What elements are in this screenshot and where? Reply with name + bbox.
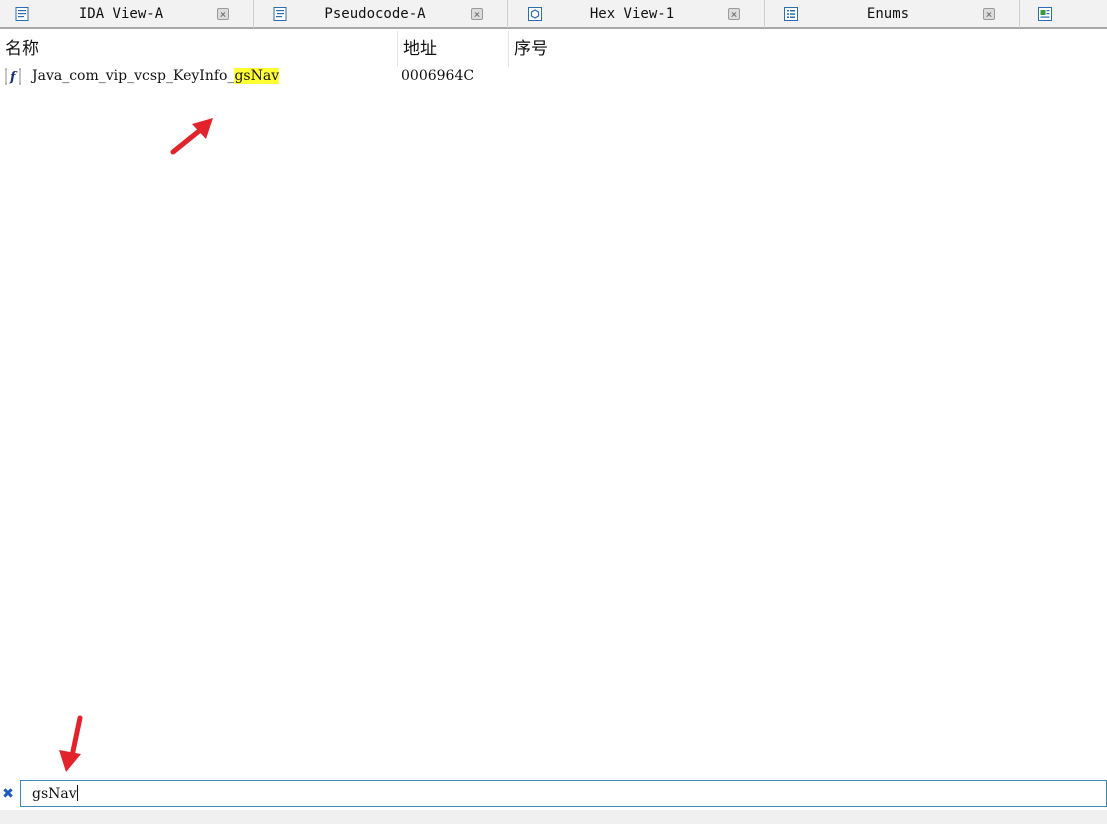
tab-label: IDA View-A xyxy=(78,6,164,22)
search-input-value: gsNav xyxy=(32,786,77,802)
tab-ida-view-a[interactable]: IDA View-A xyxy=(0,0,254,28)
function-icon: f xyxy=(5,68,21,85)
close-icon[interactable] xyxy=(217,8,229,20)
annotation-arrow-up-right-icon xyxy=(170,118,213,155)
annotation-arrow-down-icon xyxy=(59,715,83,772)
hex-view-icon xyxy=(528,7,542,21)
text-cursor xyxy=(76,785,78,801)
search-match-highlight: gsNav xyxy=(234,68,280,84)
tab-hex-view-1[interactable]: Hex View-1 xyxy=(508,0,765,28)
tab-enums[interactable]: Enums xyxy=(765,0,1020,28)
table-row[interactable]: f Java_com_vip_vcsp_KeyInfo_gsNav 000696… xyxy=(0,66,1107,88)
tab-label: Pseudocode-A xyxy=(324,6,426,22)
tab-label: Hex View-1 xyxy=(589,6,675,22)
close-icon[interactable] xyxy=(983,8,995,20)
tab-bar: IDA View-A Pseudocode-A Hex View-1 Enums xyxy=(0,0,1107,29)
tab-pseudocode-a[interactable]: Pseudocode-A xyxy=(254,0,508,28)
pseudocode-icon xyxy=(273,7,287,21)
column-header-address[interactable]: 地址 xyxy=(398,31,509,67)
imports-icon xyxy=(1038,7,1052,21)
tab-imports[interactable] xyxy=(1020,0,1107,28)
search-input[interactable]: gsNav xyxy=(20,780,1107,807)
function-name: Java_com_vip_vcsp_KeyInfo_gsNav xyxy=(32,68,280,84)
close-icon[interactable] xyxy=(728,8,740,20)
function-address: 0006964C xyxy=(401,68,475,84)
column-header-ordinal[interactable]: 序号 xyxy=(509,31,809,67)
tab-label: Enums xyxy=(866,6,910,22)
status-bar xyxy=(0,810,1107,824)
clear-filter-icon[interactable]: ✖ xyxy=(0,782,16,806)
svg-text:f: f xyxy=(9,70,18,85)
enums-icon xyxy=(784,7,798,21)
column-header-name[interactable]: 名称 xyxy=(0,31,398,67)
ida-view-icon xyxy=(15,7,29,21)
function-name-prefix: Java_com_vip_vcsp_KeyInfo_ xyxy=(32,68,235,84)
close-icon[interactable] xyxy=(471,8,483,20)
